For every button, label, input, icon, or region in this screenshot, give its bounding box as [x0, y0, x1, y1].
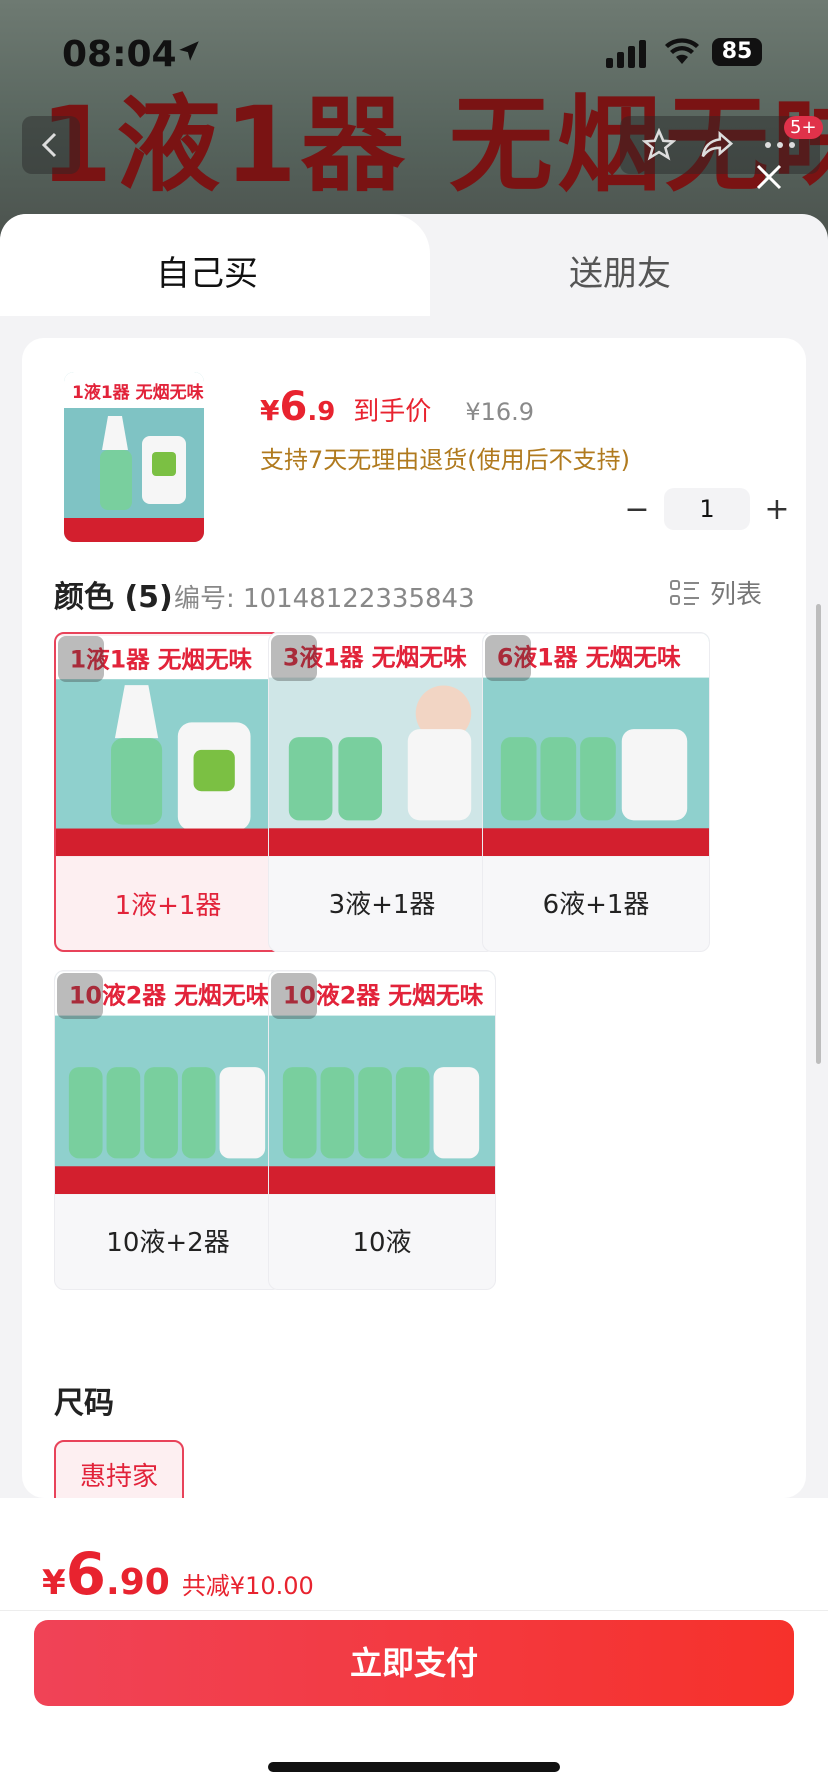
price-label: 到手价 [353, 397, 432, 427]
option-label: 10液+2器 [106, 1228, 230, 1258]
close-icon[interactable] [752, 160, 786, 194]
status-time: 08:04 [62, 34, 177, 75]
option-label: 10液 [352, 1228, 412, 1258]
selection-card: 1液1器 无烟无味 ¥ 6 .9 到手价 ¥16.9 支持7天无理由退货(使用后… [22, 338, 806, 1514]
sku-number: 编号: 10148122335843 [174, 584, 475, 614]
price-symbol: ¥ [260, 394, 280, 427]
original-price: ¥16.9 [465, 398, 535, 426]
color-option-10-liquid[interactable]: 10液2器 无烟无味 10液 [268, 970, 496, 1290]
pay-now-button[interactable]: 立即支付 [34, 1620, 794, 1706]
total-discount: 共减¥10.00 [181, 1572, 314, 1600]
tab-gift-friend[interactable]: 送朋友 [430, 246, 810, 295]
list-icon [670, 579, 699, 605]
list-view-toggle[interactable]: 列表 [670, 574, 762, 611]
chevron-left-icon [41, 132, 57, 158]
color-section-title: 颜色 (5) [54, 580, 173, 615]
quantity-value[interactable]: 1 [664, 488, 750, 530]
star-icon[interactable] [642, 128, 676, 162]
zoom-icon[interactable] [58, 636, 104, 682]
quantity-stepper: − 1 + [610, 488, 804, 530]
list-label: 列表 [710, 580, 763, 610]
total-symbol: ¥ [42, 1563, 66, 1603]
tab-buy-self[interactable]: 自己买 [0, 246, 414, 295]
product-thumbnail-image: 1液1器 无烟无味 [64, 372, 204, 542]
return-policy-note: 支持7天无理由退货(使用后不支持) [260, 446, 630, 474]
price-row: ¥ 6 .9 到手价 ¥16.9 [260, 384, 534, 430]
color-option-6-liquid-1-device[interactable]: 6液1器 无烟无味 6液+1器 [482, 632, 710, 952]
zoom-icon[interactable] [57, 973, 103, 1019]
total-integer: 6 [65, 1540, 107, 1608]
price-decimal: .9 [307, 397, 336, 427]
color-option-10-liquid-2-device[interactable]: 10液2器 无烟无味 10液+2器 [54, 970, 282, 1290]
home-indicator [268, 1762, 560, 1772]
total-decimal: .90 [106, 1562, 170, 1603]
option-label: 1液+1器 [114, 891, 222, 921]
checkout-bar: ¥ 6 .90 共减¥10.00 立即支付 [0, 1498, 828, 1792]
color-option-3-liquid-1-device[interactable]: 3液1器 无烟无味 3液+1器 [268, 632, 496, 952]
divider [0, 1610, 828, 1611]
notification-badge: 5+ [784, 116, 823, 139]
status-bar: 08:04 85 [0, 0, 828, 110]
product-thumbnail[interactable]: 1液1器 无烟无味 [64, 372, 204, 542]
total-price-row: ¥ 6 .90 共减¥10.00 [42, 1540, 314, 1608]
increase-button[interactable]: + [750, 492, 804, 527]
purchase-mode-tabs: 自己买 送朋友 [0, 214, 828, 316]
zoom-icon[interactable] [485, 635, 531, 681]
share-icon[interactable] [700, 128, 734, 162]
scrollbar[interactable] [816, 604, 821, 1064]
location-arrow-icon [179, 41, 199, 61]
battery-indicator: 85 [712, 38, 762, 66]
color-option-1-liquid-1-device[interactable]: 1液1器 无烟无味 1液+1器 [54, 632, 282, 952]
zoom-icon[interactable] [271, 635, 317, 681]
price-integer: 6 [279, 384, 308, 430]
back-button[interactable] [22, 116, 80, 174]
decrease-button[interactable]: − [610, 492, 664, 527]
size-section-title: 尺码 [54, 1386, 114, 1421]
thumbnail-banner-text: 1液1器 无烟无味 [72, 382, 204, 403]
wifi-icon [665, 38, 699, 64]
option-label: 6液+1器 [542, 890, 650, 920]
zoom-icon[interactable] [271, 973, 317, 1019]
option-label: 3液+1器 [328, 890, 436, 920]
cellular-signal-icon [606, 40, 646, 68]
